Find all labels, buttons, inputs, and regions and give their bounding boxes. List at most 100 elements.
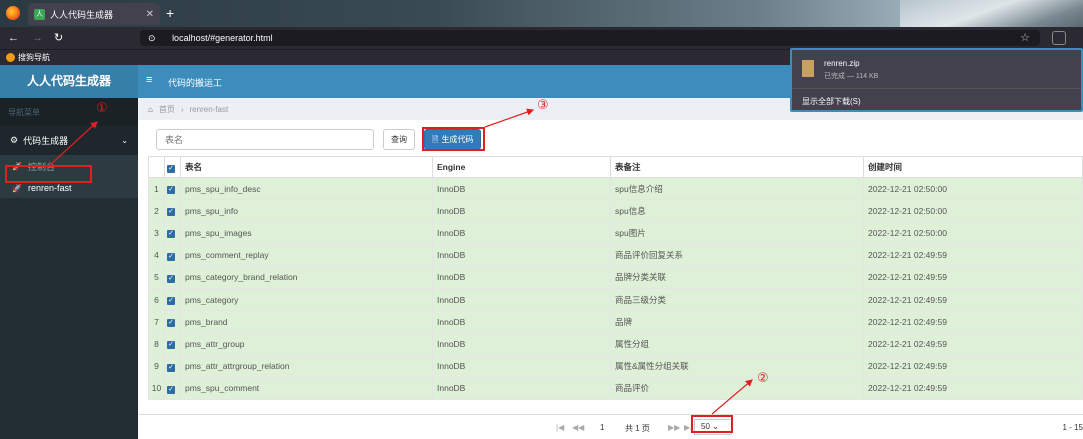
first-page-icon[interactable]: |◀ xyxy=(556,423,564,432)
page-total: 共 1 页 xyxy=(625,424,650,433)
url-bar[interactable]: ⊙ localhost/#generator.html ☆ xyxy=(140,30,1040,46)
sidebar: 人人代码生成器 导航菜单 ⚙ 代码生成器 ⌄ 🚀 控制台 🚀 renren-fa… xyxy=(0,65,138,439)
header-title: 代码的搬运工 xyxy=(168,78,223,88)
row-checkbox[interactable]: ✓ xyxy=(164,199,181,223)
annotation-label-2: ② xyxy=(757,370,769,385)
tables-grid: ✓ 表名 Engine 表备注 创建时间 1 ✓ pms_spu_info_desc… xyxy=(148,156,1083,400)
menu-header: 导航菜单 xyxy=(0,98,138,126)
table-name-search-input[interactable] xyxy=(156,129,374,150)
extension-icon[interactable] xyxy=(1052,31,1066,45)
prev-page-icon[interactable]: ◀◀ xyxy=(572,423,584,432)
annotation-box-page-size xyxy=(691,415,733,433)
main-content: 查询 🗎生成代码 ✓ 表名 Engine 表备注 创建时间 1✓pms_spu_… xyxy=(138,120,1083,439)
cell-comment: 商品评价 xyxy=(610,376,864,400)
next-page-icon[interactable]: ▶▶ xyxy=(668,423,680,432)
row-checkbox[interactable]: ✓ xyxy=(164,376,181,400)
browser-tab[interactable]: 人 人人代码生成器 ✕ xyxy=(28,3,160,25)
row-number-header xyxy=(148,156,165,178)
tab-favicon-icon: 人 xyxy=(34,8,45,20)
checkbox-checked-icon: ✓ xyxy=(167,164,175,173)
bookmark-item[interactable]: 搜狗导航 xyxy=(6,52,50,63)
column-header[interactable]: Engine xyxy=(432,156,611,178)
cell-engine: InnoDB xyxy=(432,376,611,400)
row-checkbox[interactable]: ✓ xyxy=(164,354,181,378)
table-row[interactable]: 9 ✓ pms_attr_attrgroup_relation InnoDB 属性&属性… xyxy=(148,354,1083,378)
table-row[interactable]: 7 ✓ pms_brand InnoDB 品牌 2022-12-21 02:49:59 xyxy=(148,310,1083,334)
row-checkbox[interactable]: ✓ xyxy=(164,221,181,245)
select-all-checkbox[interactable]: ✓ xyxy=(164,156,181,178)
cell-table-name: pms_category xyxy=(180,287,433,312)
row-checkbox[interactable]: ✓ xyxy=(164,176,181,201)
new-tab-icon[interactable]: + xyxy=(166,5,174,21)
cell-table-name: pms_comment_replay xyxy=(180,243,433,267)
page-info-icon[interactable]: ⊙ xyxy=(148,33,156,43)
table-row[interactable]: 8 ✓ pms_attr_group InnoDB 属性分组 2022-12-21 02:… xyxy=(148,332,1083,356)
forward-icon[interactable]: → xyxy=(32,31,43,45)
show-all-downloads-button[interactable]: 显示全部下载(S) xyxy=(802,96,861,107)
row-checkbox[interactable]: ✓ xyxy=(164,310,181,334)
cell-created-time: 2022-12-21 02:49:59 xyxy=(863,243,1083,267)
cell-table-name: pms_spu_images xyxy=(180,221,433,245)
divider xyxy=(792,88,1081,89)
table-row[interactable]: 5 ✓ pms_category_brand_relation InnoDB 品牌分类关… xyxy=(148,265,1083,289)
app-logo[interactable]: 人人代码生成器 xyxy=(0,65,138,98)
cell-engine: InnoDB xyxy=(432,176,611,201)
cell-created-time: 2022-12-21 02:49:59 xyxy=(863,376,1083,400)
browser-navbar: ← → ↻ ⊙ localhost/#generator.html ☆ xyxy=(0,27,1083,49)
row-checkbox[interactable]: ✓ xyxy=(164,287,181,312)
cell-engine: InnoDB xyxy=(432,332,611,356)
checkbox-checked-icon: ✓ xyxy=(167,385,175,394)
chevron-down-icon: ⌄ xyxy=(121,136,128,145)
row-number: 7 xyxy=(148,310,165,334)
row-checkbox[interactable]: ✓ xyxy=(164,332,181,356)
cell-comment: spu信息介绍 xyxy=(610,176,864,201)
menu-group-codegen[interactable]: ⚙ 代码生成器 ⌄ xyxy=(0,126,138,155)
column-header[interactable]: 表名 xyxy=(180,156,433,178)
row-number: 8 xyxy=(148,332,165,356)
back-icon[interactable]: ← xyxy=(8,31,19,45)
breadcrumb-separator: › xyxy=(180,104,184,114)
download-file-name[interactable]: renren.zip xyxy=(824,59,860,68)
table-row[interactable]: 6 ✓ pms_category InnoDB 商品三级分类 2022-12-21 02:… xyxy=(148,287,1083,312)
cell-table-name: pms_spu_comment xyxy=(180,376,433,400)
table-row[interactable]: 2 ✓ pms_spu_info InnoDB spu信息 2022-12-21 02:5… xyxy=(148,199,1083,223)
reload-icon[interactable]: ↻ xyxy=(54,31,63,45)
column-header[interactable]: 表备注 xyxy=(610,156,864,178)
cell-comment: spu信息 xyxy=(610,199,864,223)
firefox-icon[interactable] xyxy=(6,6,20,20)
cell-created-time: 2022-12-21 02:50:00 xyxy=(863,199,1083,223)
table-row[interactable]: 3 ✓ pms_spu_images InnoDB spu图片 2022-12-21 02… xyxy=(148,221,1083,245)
row-number: 9 xyxy=(148,354,165,378)
annotation-label-3: ③ xyxy=(537,97,549,112)
query-button[interactable]: 查询 xyxy=(383,129,415,150)
cell-engine: InnoDB xyxy=(432,287,611,312)
row-checkbox[interactable]: ✓ xyxy=(164,265,181,289)
checkbox-checked-icon: ✓ xyxy=(167,252,175,261)
close-tab-icon[interactable]: ✕ xyxy=(146,9,154,20)
zip-file-icon xyxy=(802,60,814,77)
checkbox-checked-icon: ✓ xyxy=(167,363,175,372)
checkbox-checked-icon: ✓ xyxy=(167,297,175,306)
cell-comment: 商品三级分类 xyxy=(610,287,864,312)
cell-created-time: 2022-12-21 02:49:59 xyxy=(863,287,1083,312)
row-checkbox[interactable]: ✓ xyxy=(164,243,181,267)
column-header[interactable]: 创建时间 xyxy=(863,156,1083,178)
url-text: localhost/#generator.html xyxy=(172,33,273,43)
menu-toggle-icon[interactable]: ≡ xyxy=(146,74,152,86)
gear-icon: ⚙ xyxy=(10,135,19,145)
checkbox-checked-icon: ✓ xyxy=(167,274,175,283)
page-number-input[interactable]: 1 xyxy=(600,423,604,432)
cell-table-name: pms_category_brand_relation xyxy=(180,265,433,289)
table-row[interactable]: 1 ✓ pms_spu_info_desc InnoDB spu信息介绍 2022-12-… xyxy=(148,176,1083,201)
table-row[interactable]: 10 ✓ pms_spu_comment InnoDB 商品评价 2022-12-21 0… xyxy=(148,376,1083,400)
breadcrumb-home[interactable]: 首页 xyxy=(159,104,175,115)
row-number: 1 xyxy=(148,176,165,201)
checkbox-checked-icon: ✓ xyxy=(167,319,175,328)
cell-comment: 商品评价回复关系 xyxy=(610,243,864,267)
home-icon[interactable]: ⌂ xyxy=(148,105,153,114)
bookmark-star-icon[interactable]: ☆ xyxy=(1020,30,1030,46)
table-row[interactable]: 4 ✓ pms_comment_replay InnoDB 商品评价回复关系 2022-1… xyxy=(148,243,1083,267)
cell-comment: 品牌 xyxy=(610,310,864,334)
row-number: 3 xyxy=(148,221,165,245)
download-status: 已完成 — 114 KB xyxy=(824,73,879,80)
